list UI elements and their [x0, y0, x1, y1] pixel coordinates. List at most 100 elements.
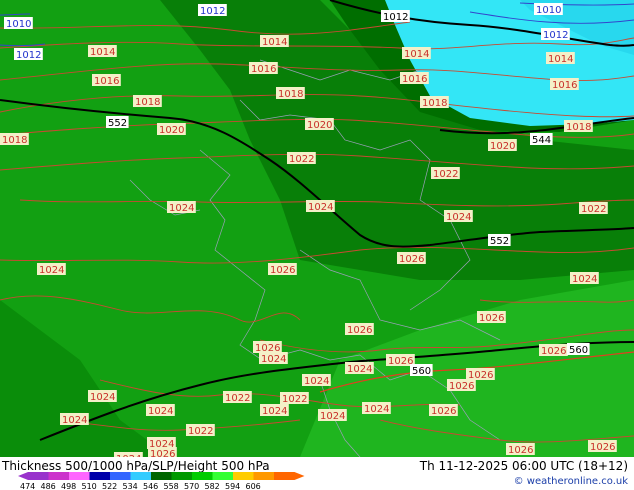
svg-text:1024: 1024 — [90, 392, 115, 403]
pressure-label: 1026 — [506, 443, 535, 456]
svg-text:1024: 1024 — [148, 406, 173, 417]
pressure-label: 1012 — [381, 10, 410, 23]
pressure-label: 1024 — [37, 263, 66, 276]
svg-text:1024: 1024 — [308, 202, 333, 213]
legend-arrow-right — [294, 472, 305, 480]
svg-text:1022: 1022 — [188, 426, 213, 437]
pressure-label: 1010 — [534, 3, 563, 16]
legend-swatch — [110, 472, 131, 480]
svg-text:1022: 1022 — [289, 154, 314, 165]
pressure-label: 1026 — [539, 344, 568, 357]
legend-swatch — [192, 472, 213, 480]
svg-text:1024: 1024 — [261, 354, 286, 365]
legend-tick-label: 606 — [246, 482, 261, 490]
pressure-label: 1010 — [4, 17, 33, 30]
pressure-label: 1020 — [305, 118, 334, 131]
svg-text:1014: 1014 — [90, 47, 115, 58]
pressure-label: 1016 — [400, 72, 429, 85]
svg-text:1026: 1026 — [399, 254, 424, 265]
pressure-label: 1024 — [318, 409, 347, 422]
legend-swatch — [130, 472, 151, 480]
svg-text:1024: 1024 — [262, 406, 287, 417]
svg-text:544: 544 — [532, 135, 551, 146]
pressure-label: 1024 — [345, 362, 374, 375]
legend-tick-label: 498 — [61, 482, 76, 490]
pressure-label: 1022 — [287, 152, 316, 165]
svg-text:1018: 1018 — [135, 97, 160, 108]
pressure-label: 1016 — [249, 62, 278, 75]
pressure-label: 1026 — [429, 404, 458, 417]
legend-tick-label: 522 — [102, 482, 117, 490]
legend-swatch — [212, 472, 233, 480]
svg-text:1026: 1026 — [388, 356, 413, 367]
legend-tick-label: 570 — [184, 482, 199, 490]
svg-text:1014: 1014 — [404, 49, 429, 60]
pressure-label: 1024 — [260, 404, 289, 417]
legend-swatch — [253, 472, 274, 480]
valid-datetime: Th 11-12-2025 06:00 UTC (18+12) — [419, 459, 628, 473]
pressure-label: 1022 — [579, 202, 608, 215]
legend-swatch — [69, 472, 90, 480]
legend-tick-label: 546 — [143, 482, 158, 490]
height-label: 560 — [410, 364, 433, 377]
pressure-label: 1012 — [198, 4, 227, 17]
svg-text:1018: 1018 — [2, 135, 27, 146]
pressure-label: 1024 — [306, 200, 335, 213]
svg-text:1014: 1014 — [262, 37, 287, 48]
legend-tick-label: 582 — [205, 482, 220, 490]
svg-text:1024: 1024 — [39, 265, 64, 276]
color-legend: 474 486 498 510 522 534 546 558 570 582 594 606 — [18, 472, 305, 490]
pressure-label: 1026 — [148, 447, 177, 457]
svg-text:1018: 1018 — [278, 89, 303, 100]
pressure-label: 1018 — [0, 133, 29, 146]
svg-text:1026: 1026 — [431, 406, 456, 417]
height-label: 544 — [530, 133, 553, 146]
svg-text:1010: 1010 — [6, 19, 31, 30]
svg-text:1018: 1018 — [422, 98, 447, 109]
pressure-label: 1012 — [541, 28, 570, 41]
map-caption: Thickness 500/1000 hPa/SLP/Height 500 hP… — [2, 459, 270, 473]
pressure-label: 1024 — [146, 404, 175, 417]
pressure-label: 1018 — [276, 87, 305, 100]
svg-text:1024: 1024 — [169, 203, 194, 214]
legend-swatch — [151, 472, 172, 480]
credit-link[interactable]: © weatheronline.co.uk — [514, 476, 628, 487]
svg-text:560: 560 — [569, 345, 588, 356]
svg-text:1012: 1012 — [543, 30, 568, 41]
svg-text:1024: 1024 — [62, 415, 87, 426]
svg-text:1022: 1022 — [581, 204, 606, 215]
pressure-label: 1024 — [60, 413, 89, 426]
pressure-label: 1024 — [570, 272, 599, 285]
pressure-label: 1012 — [14, 48, 43, 61]
svg-text:1014: 1014 — [548, 54, 573, 65]
pressure-label: 1024 — [167, 201, 196, 214]
pressure-label: 1016 — [550, 78, 579, 91]
svg-text:1010: 1010 — [536, 5, 561, 16]
pressure-label: 1022 — [280, 392, 309, 405]
pressure-label: 1016 — [92, 74, 121, 87]
legend-arrow-left — [18, 472, 28, 480]
pressure-label: 1026 — [447, 379, 476, 392]
legend-swatch — [28, 472, 49, 480]
pressure-label: 1014 — [402, 47, 431, 60]
svg-text:1026: 1026 — [270, 265, 295, 276]
thickness-map: 1010 1012 1012 1010 1012 1012 1014 1014 1014 1014… — [0, 0, 634, 457]
svg-text:1022: 1022 — [225, 393, 250, 404]
legend-tick-label: 594 — [225, 482, 240, 490]
svg-text:560: 560 — [412, 366, 431, 377]
pressure-label: 1026 — [588, 440, 617, 453]
svg-text:1020: 1020 — [159, 125, 184, 136]
pressure-label: 1026 — [268, 263, 297, 276]
pressure-label: 1018 — [133, 95, 162, 108]
svg-text:1026: 1026 — [449, 381, 474, 392]
pressure-label: 1022 — [223, 391, 252, 404]
svg-text:1012: 1012 — [16, 50, 41, 61]
svg-text:1024: 1024 — [347, 364, 372, 375]
svg-text:1022: 1022 — [282, 394, 307, 405]
svg-text:1024: 1024 — [320, 411, 345, 422]
height-label: 552 — [106, 116, 129, 129]
pressure-label: 1020 — [157, 123, 186, 136]
svg-text:1020: 1020 — [490, 141, 515, 152]
height-label: 560 — [567, 343, 590, 356]
svg-text:1016: 1016 — [94, 76, 119, 87]
